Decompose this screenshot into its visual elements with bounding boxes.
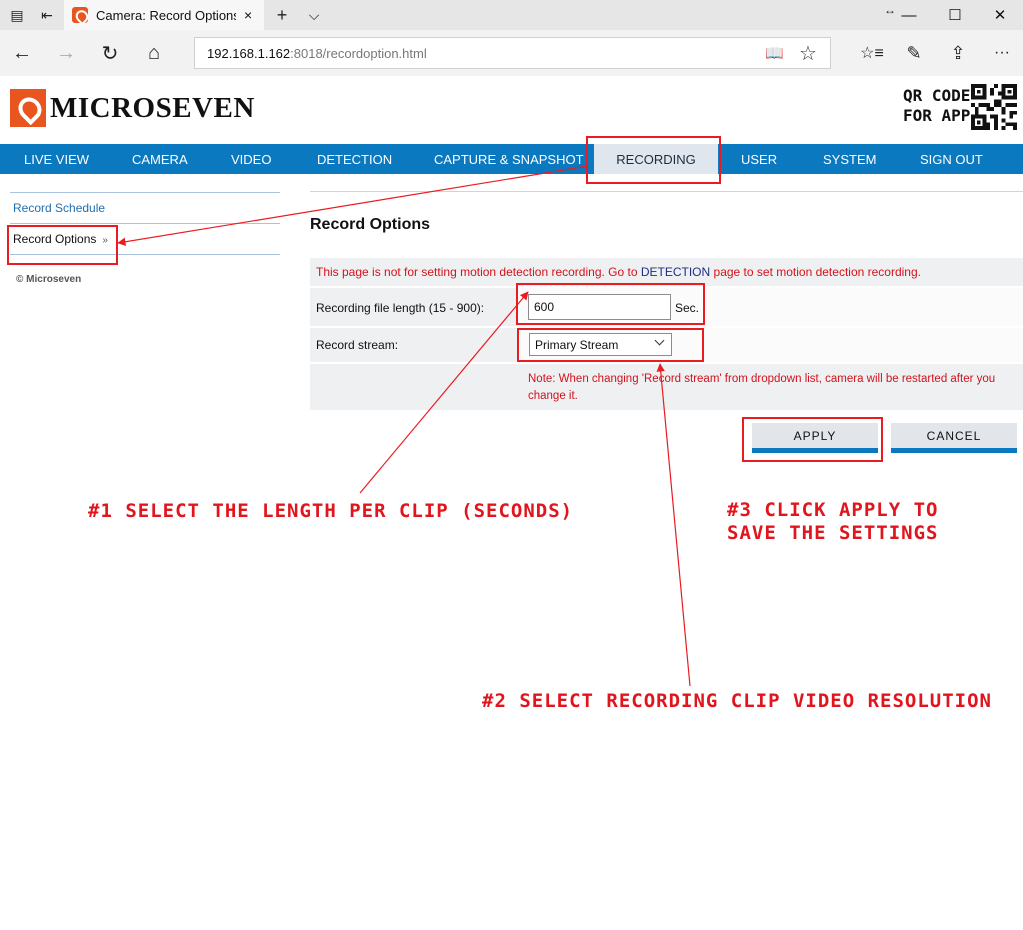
back-button[interactable]: ← [6,38,38,68]
menu-detection[interactable]: DETECTION [317,144,392,174]
cancel-button[interactable]: CANCEL [891,423,1017,453]
logo-text: MICROSEVEN [50,91,255,124]
brand-logo[interactable]: MICROSEVEN [10,89,255,127]
reading-view-icon[interactable]: 📖 [765,38,784,68]
forward-button[interactable]: → [50,38,82,68]
record-stream-label: Record stream: [316,338,399,352]
warning-row: This page is not for setting motion dete… [310,258,1023,286]
file-length-label: Recording file length (15 - 900): [316,301,485,315]
maximize-button[interactable]: ☐ [932,0,978,30]
warning-text-start: This page is not for setting motion dete… [316,265,641,279]
annotation-arrows [117,165,691,687]
menu-system[interactable]: SYSTEM [823,144,876,174]
refresh-button[interactable]: ↻ [94,38,126,68]
url-path: :8018/recordoption.html [290,45,427,61]
tab-favicon-icon [72,7,88,23]
browser-titlebar: ▤ ⇤ Camera: Record Options × + ⌵ ↔ — ☐ ✕ [0,0,1023,30]
menu-video[interactable]: VIDEO [231,144,271,174]
tab-close-icon[interactable]: × [244,7,252,23]
tab-title: Camera: Record Options [96,7,236,23]
detection-link[interactable]: DETECTION [641,265,710,279]
annotation-box-record-stream [517,328,704,362]
content-divider [310,191,1023,192]
annotation-step1: #1 SELECT THE LENGTH PER CLIP (SECONDS) [88,500,574,522]
copyright: © Microseven [16,274,82,285]
stream-change-note: Note: When changing 'Record stream' from… [528,373,996,402]
url-host: 192.168.1.162 [207,45,291,61]
menu-capture-snapshot[interactable]: CAPTURE & SNAPSHOT [434,144,584,174]
sidebar-divider [10,223,280,224]
more-options-icon[interactable]: ··· [986,38,1018,68]
browser-tab[interactable]: Camera: Record Options × [64,0,264,30]
qr-code-icon [971,84,1017,130]
annotation-box-file-length [516,283,705,325]
favorites-hub-icon[interactable]: ☆≡ [856,38,888,68]
annotation-step3-line2: SAVE THE SETTINGS [727,522,939,544]
annotation-step2: #2 SELECT RECORDING CLIP VIDEO RESOLUTIO… [482,690,992,712]
annotation-box-apply [742,417,883,462]
arrow-to-record-stream [656,363,691,687]
share-icon[interactable]: ⇪ [942,38,974,68]
menu-live-view[interactable]: LIVE VIEW [24,144,89,174]
warning-text-end: page to set motion detection recording. [710,265,921,279]
sidebar-divider [10,192,280,193]
qr-caption: QR CODE FOR APP [903,86,970,126]
menu-camera[interactable]: CAMERA [132,144,188,174]
address-bar[interactable]: 192.168.1.162:8018/recordoption.html 📖 ☆ [194,37,831,69]
new-tab-icon[interactable]: + [272,0,292,30]
annotation-step3-line1: #3 CLICK APPLY TO [727,499,939,521]
tab-actions-icon[interactable]: ▤ [6,0,28,30]
page-title: Record Options [310,216,431,233]
menu-sign-out[interactable]: SIGN OUT [920,144,983,174]
warning-text: This page is not for setting motion dete… [316,265,921,279]
annotation-box-record-options [7,225,118,265]
minimize-button[interactable]: — [886,0,932,30]
qr-caption-line1: QR CODE [903,86,971,105]
close-window-button[interactable]: ✕ [977,0,1023,30]
sidebar-item-record-schedule[interactable]: Record Schedule [13,201,105,215]
favorite-star-icon[interactable]: ☆ [799,38,817,68]
menu-user[interactable]: USER [741,144,777,174]
home-button[interactable]: ⌂ [138,38,170,68]
annotation-step3: #3 CLICK APPLY TO SAVE THE SETTINGS [727,499,938,545]
browser-navbar: ← → ↻ ⌂ 192.168.1.162:8018/recordoption.… [0,30,1023,76]
main-menu: LIVE VIEW CAMERA VIDEO DETECTION CAPTURE… [0,144,1023,174]
qr-caption-line2: FOR APP [903,106,971,125]
annotation-box-recording-menu [586,136,721,184]
web-notes-icon[interactable]: ✎ [898,38,930,68]
set-aside-tabs-icon[interactable]: ⇤ [36,0,58,30]
tab-list-chevron-icon[interactable]: ⌵ [304,0,324,30]
microseven-logo-icon [10,89,46,127]
